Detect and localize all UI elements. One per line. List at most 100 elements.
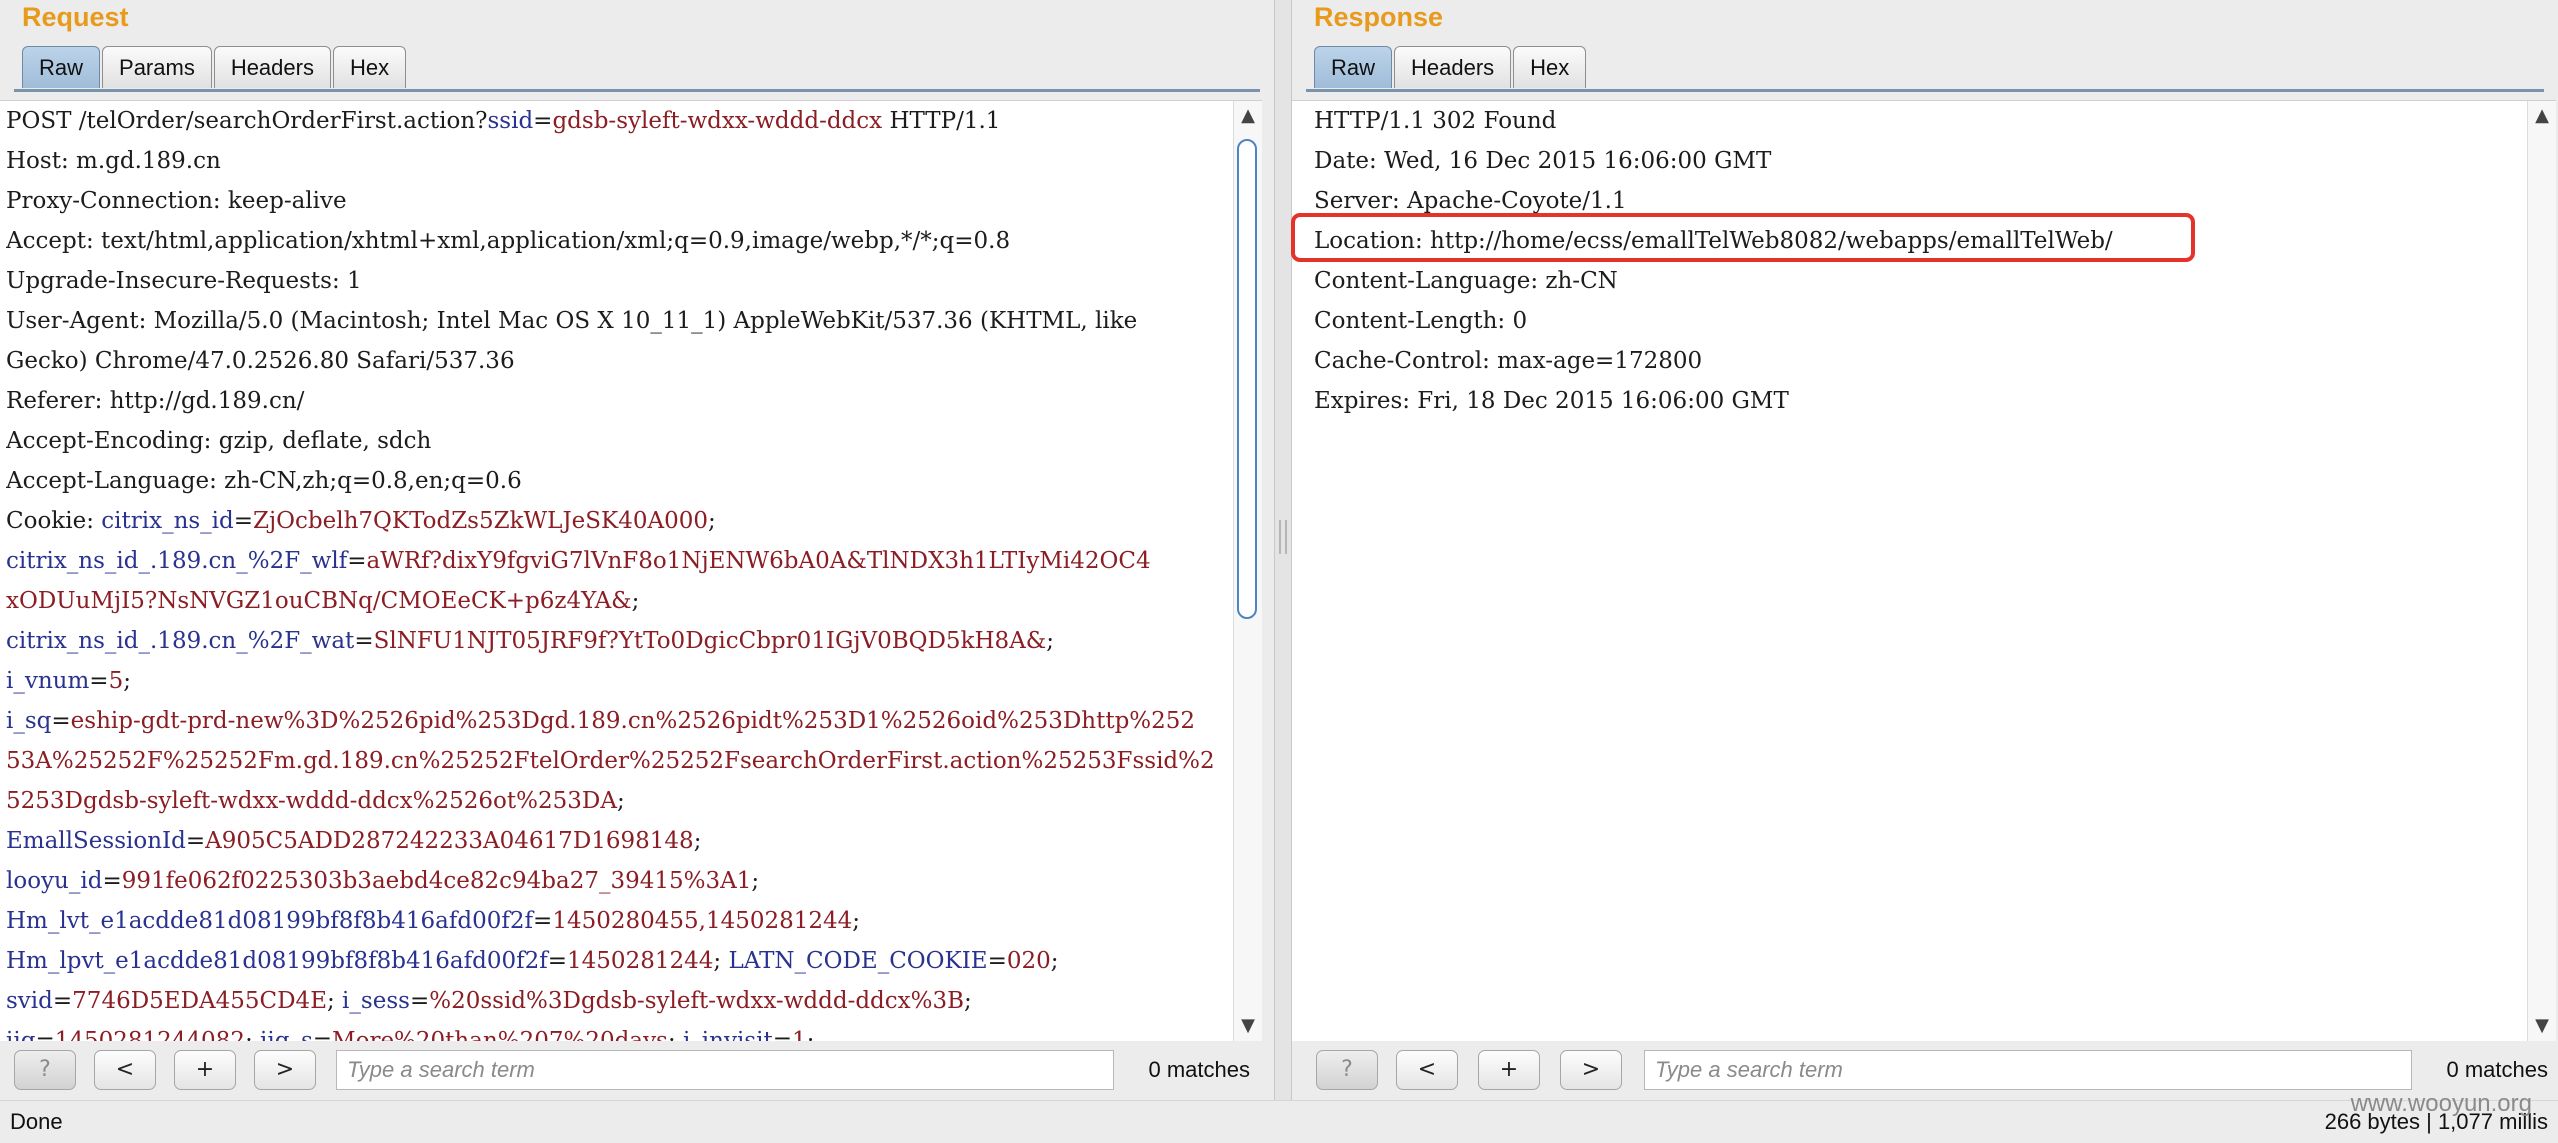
response-title: Response [1314,2,1444,32]
text-line: Gecko) Chrome/47.0.2526.80 Safari/537.36 [6,341,1230,381]
text-segment: ; [708,508,716,534]
split-pane-divider[interactable] [1274,0,1292,1100]
response-vertical-scrollbar[interactable]: ▲ ▼ [2527,101,2556,1041]
scroll-down-arrow-icon[interactable]: ▼ [2528,1013,2556,1039]
text-segment: 7746D5EDA455CD4E [72,988,327,1014]
text-line: xODUuMjI5?NsNVGZ1ouCBNq/CMOEeCK+p6z4YA&; [6,581,1230,621]
request-search-bar: ? < + > 0 matches [0,1046,1274,1096]
text-segment: = [312,1028,333,1041]
request-vertical-scrollbar[interactable]: ▲ ▼ [1233,101,1262,1041]
text-segment: %20ssid%3Dgdsb-syleft-wdxx-wddd-ddcx%3B [429,988,965,1014]
text-line: Expires: Fri, 18 Dec 2015 16:06:00 GMT [1314,381,2524,421]
text-segment: SlNFU1NJT05JRF9f?YtTo0DgicCbpr01IGjV0BQD… [373,628,1047,654]
text-segment: Proxy-Connection: keep-alive [6,188,347,214]
text-line: Date: Wed, 16 Dec 2015 16:06:00 GMT [1314,141,2524,181]
text-segment: = [533,108,553,134]
request-search-input[interactable] [336,1050,1114,1090]
response-tab-hex[interactable]: Hex [1513,46,1587,88]
text-segment: Upgrade-Insecure-Requests: 1 [6,268,362,294]
text-segment: ; [244,1028,261,1041]
scroll-up-arrow-icon[interactable]: ▲ [2528,103,2556,129]
help-button[interactable]: ? [14,1050,76,1090]
text-segment: ; [852,908,861,934]
text-line: citrix_ns_id_.189.cn_%2F_wlf=aWRf?dixY9f… [6,541,1230,581]
request-tabs: Raw Params Headers Hex [22,46,408,90]
next-match-button[interactable]: > [254,1050,316,1090]
text-segment: Server: Apache-Coyote/1.1 [1314,188,1627,214]
text-segment: = [52,988,73,1014]
text-line: HTTP/1.1 302 Found [1314,101,2524,141]
text-segment: aWRf?dixY9fgviG7lVnF8o1NjENW6bA0A&TlNDX3… [366,548,1151,574]
text-segment: Gecko) Chrome/47.0.2526.80 Safari/537.36 [6,348,515,374]
text-segment: ; [123,668,131,694]
scroll-up-arrow-icon[interactable]: ▲ [1234,103,1262,129]
text-segment: ssid [487,108,534,134]
text-line: Hm_lpvt_e1acdde81d08199bf8f8b416afd00f2f… [6,941,1230,981]
text-segment: HTTP/1.1 [882,108,1001,134]
response-search-input[interactable] [1644,1050,2412,1090]
text-segment: = [185,828,206,854]
text-segment: xODUuMjI5?NsNVGZ1ouCBNq/CMOEeCK+p6z4YA& [6,588,632,614]
text-segment: Hm_lvt_e1acdde81d08199bf8f8b416afd00f2f [6,908,534,934]
request-tab-params[interactable]: Params [102,46,212,88]
text-segment: ; [667,1028,683,1041]
text-line: Cache-Control: max-age=172800 [1314,341,2524,381]
text-segment: ; [806,1028,815,1041]
previous-match-button[interactable]: < [94,1050,156,1090]
text-segment: = [547,948,568,974]
request-editor[interactable]: POST /telOrder/searchOrderFirst.action?s… [0,100,1262,1041]
request-tab-raw[interactable]: Raw [22,46,101,88]
text-segment: ; [616,788,625,814]
tab-underline [1306,89,2544,92]
text-segment: = [354,628,374,654]
text-line: svid=7746D5EDA455CD4E; i_sess=%20ssid%3D… [6,981,1230,1021]
text-segment: i_sq [6,708,52,734]
text-line: POST /telOrder/searchOrderFirst.action?s… [6,101,1230,141]
text-segment: ; [751,868,760,894]
text-segment: 1450281244082 [54,1028,245,1041]
text-segment: 991fe062f0225303b3aebd4ce82c94ba27_39415… [121,868,752,894]
text-line: Accept: text/html,application/xhtml+xml,… [6,221,1230,261]
request-tab-headers[interactable]: Headers [213,46,331,88]
text-line: Upgrade-Insecure-Requests: 1 [6,261,1230,301]
next-match-button[interactable]: > [1560,1050,1622,1090]
text-line: Accept-Language: zh-CN,zh;q=0.8,en;q=0.6 [6,461,1230,501]
text-segment: = [35,1028,55,1041]
text-segment: i_vnum [6,668,90,694]
divider-grip-icon[interactable] [1279,520,1287,554]
text-segment: = [409,988,430,1014]
response-tabs: Raw Headers Hex [1314,46,1588,90]
text-segment: LATN_CODE_COOKIE [728,948,988,974]
previous-match-button[interactable]: < [1396,1050,1458,1090]
text-segment: = [772,1028,792,1041]
text-segment: 1450281244 [567,948,714,974]
text-segment: Cache-Control: max-age=172800 [1314,348,1703,374]
scroll-down-arrow-icon[interactable]: ▼ [1234,1013,1262,1039]
text-segment: = [89,668,109,694]
scrollbar-thumb[interactable] [1237,139,1257,619]
text-segment: Hm_lpvt_e1acdde81d08199bf8f8b416afd00f2f [6,948,548,974]
response-tab-raw[interactable]: Raw [1314,46,1393,88]
add-button[interactable]: + [174,1050,236,1090]
request-text-area[interactable]: POST /telOrder/searchOrderFirst.action?s… [6,101,1230,1041]
text-line: Referer: http://gd.189.cn/ [6,381,1230,421]
text-line: 5253Dgdsb-syleft-wdxx-wddd-ddcx%2526ot%2… [6,781,1230,821]
request-tab-hex[interactable]: Hex [332,46,407,88]
text-line: citrix_ns_id_.189.cn_%2F_wat=SlNFU1NJT05… [6,621,1230,661]
text-segment: A905C5ADD287242233A04617D1698148 [205,828,694,854]
request-pane: Request Raw Params Headers Hex POST /tel… [0,0,1274,1100]
help-button[interactable]: ? [1316,1050,1378,1090]
text-segment: 53A%25252F%25252Fm.gd.189.cn%25252FtelOr… [6,748,1215,774]
text-line: Content-Language: zh-CN [1314,261,2524,301]
text-segment: = [347,548,367,574]
text-line: i_vnum=5; [6,661,1230,701]
text-segment: = [233,508,254,534]
add-button[interactable]: + [1478,1050,1540,1090]
text-segment: i_invisit [682,1028,773,1041]
text-segment: Expires: Fri, 18 Dec 2015 16:06:00 GMT [1314,388,1789,414]
text-line: 53A%25252F%25252Fm.gd.189.cn%25252FtelOr… [6,741,1230,781]
text-segment: gdsb-syleft-wdxx-wddd-ddcx [552,108,883,134]
response-match-count: 0 matches [2446,1057,2549,1082]
response-tab-headers[interactable]: Headers [1394,46,1512,88]
status-bar: Done 266 bytes | 1,077 millis [0,1100,2558,1143]
